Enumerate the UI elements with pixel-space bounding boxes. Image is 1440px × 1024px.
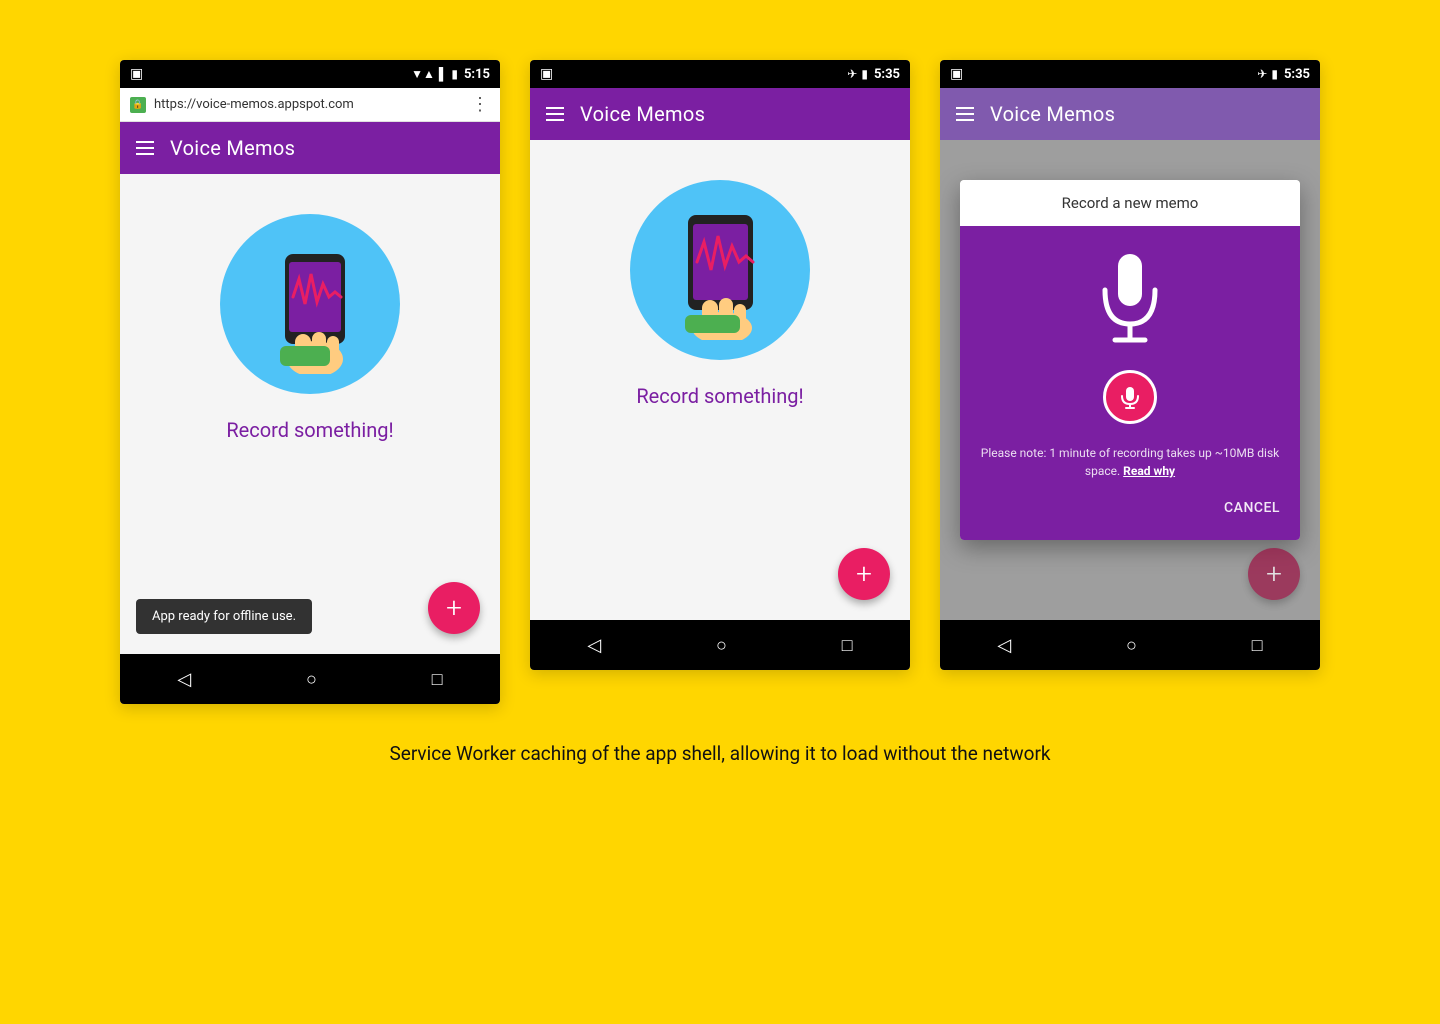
battery-icon-2: ▮ <box>861 67 868 81</box>
url-bar[interactable]: 🔒 https://voice-memos.appspot.com ⋮ <box>120 88 500 122</box>
airplane-icon: ✈ <box>847 67 857 81</box>
record-dialog: Record a new memo <box>960 180 1300 540</box>
time-3: 5:35 <box>1284 67 1310 82</box>
page-caption: Service Worker caching of the app shell,… <box>389 740 1050 769</box>
fab-3: + <box>1248 548 1300 600</box>
sim-icon-3: ▣ <box>950 66 963 82</box>
phone-body-2: Record something! + <box>530 140 910 620</box>
hamburger-menu-3 <box>956 107 974 121</box>
record-label-2: Record something! <box>636 384 803 408</box>
recent-button-1[interactable]: □ <box>432 669 443 690</box>
battery-icon: ▮ <box>451 67 458 81</box>
fab-2[interactable]: + <box>838 548 890 600</box>
status-icons-2: ✈ ▮ <box>847 67 868 81</box>
phone-body-3: Record a new memo <box>940 140 1320 620</box>
airplane-icon-3: ✈ <box>1257 67 1267 81</box>
signal-icon: ▌ <box>439 67 448 81</box>
hamburger-menu-1[interactable] <box>136 141 154 155</box>
status-bar-3: ▣ ✈ ▮ 5:35 <box>940 60 1320 88</box>
back-button-3[interactable]: ◁ <box>997 635 1011 656</box>
read-why-link[interactable]: Read why <box>1123 464 1175 478</box>
app-title-3: Voice Memos <box>990 102 1115 126</box>
home-button-3[interactable]: ○ <box>1126 635 1137 656</box>
hamburger-menu-2[interactable] <box>546 107 564 121</box>
record-button[interactable] <box>1103 370 1157 424</box>
wifi-icon: ▼▲ <box>411 67 435 81</box>
dialog-note: Please note: 1 minute of recording takes… <box>980 444 1280 480</box>
time-2: 5:35 <box>874 67 900 82</box>
dialog-header: Record a new memo <box>960 180 1300 226</box>
phones-container: ▣ ▼▲ ▌ ▮ 5:15 🔒 https://voice-memos.apps… <box>120 60 1320 704</box>
back-button-1[interactable]: ◁ <box>177 669 191 690</box>
record-label-1: Record something! <box>226 418 393 442</box>
status-bar-2: ▣ ✈ ▮ 5:35 <box>530 60 910 88</box>
recent-button-2[interactable]: □ <box>842 635 853 656</box>
app-title-1: Voice Memos <box>170 136 295 160</box>
hand-phone-svg-2 <box>650 200 790 340</box>
phone-2: ▣ ✈ ▮ 5:35 Voice Memos <box>530 60 910 670</box>
nav-bar-1: ◁ ○ □ <box>120 654 500 704</box>
home-button-1[interactable]: ○ <box>306 669 317 690</box>
hero-image-2 <box>630 180 810 360</box>
lock-icon: 🔒 <box>130 97 146 113</box>
menu-dots[interactable]: ⋮ <box>471 94 490 115</box>
nav-bar-2: ◁ ○ □ <box>530 620 910 670</box>
status-bar-1: ▣ ▼▲ ▌ ▮ 5:15 <box>120 60 500 88</box>
dialog-body: Please note: 1 minute of recording takes… <box>960 226 1300 540</box>
fab-1[interactable]: + <box>428 582 480 634</box>
app-bar-2: Voice Memos <box>530 88 910 140</box>
battery-icon-3: ▮ <box>1271 67 1278 81</box>
hand-phone-svg-1 <box>240 234 380 374</box>
phone-body-1: Record something! App ready for offline … <box>120 174 500 654</box>
mic-small-icon <box>1118 385 1142 409</box>
app-bar-3: Voice Memos <box>940 88 1320 140</box>
cancel-button[interactable]: CANCEL <box>1224 496 1280 520</box>
phone-1: ▣ ▼▲ ▌ ▮ 5:15 🔒 https://voice-memos.apps… <box>120 60 500 704</box>
mic-icon-large <box>1090 246 1170 350</box>
time-1: 5:15 <box>464 67 490 82</box>
nav-bar-3: ◁ ○ □ <box>940 620 1320 670</box>
status-icons-3: ✈ ▮ <box>1257 67 1278 81</box>
app-title-2: Voice Memos <box>580 102 705 126</box>
back-button-2[interactable]: ◁ <box>587 635 601 656</box>
snackbar-1: App ready for offline use. <box>136 599 312 634</box>
sim-icon-2: ▣ <box>540 66 553 82</box>
recent-button-3[interactable]: □ <box>1252 635 1263 656</box>
home-button-2[interactable]: ○ <box>716 635 727 656</box>
microphone-svg <box>1090 246 1170 346</box>
phone-3: ▣ ✈ ▮ 5:35 Voice Memos Record a new memo <box>940 60 1320 670</box>
hero-image-1 <box>220 214 400 394</box>
status-icons-1: ▼▲ ▌ ▮ <box>411 67 458 81</box>
dialog-title: Record a new memo <box>1062 194 1199 212</box>
app-bar-1: Voice Memos <box>120 122 500 174</box>
sim-icon: ▣ <box>130 66 143 82</box>
url-text: https://voice-memos.appspot.com <box>154 97 463 112</box>
